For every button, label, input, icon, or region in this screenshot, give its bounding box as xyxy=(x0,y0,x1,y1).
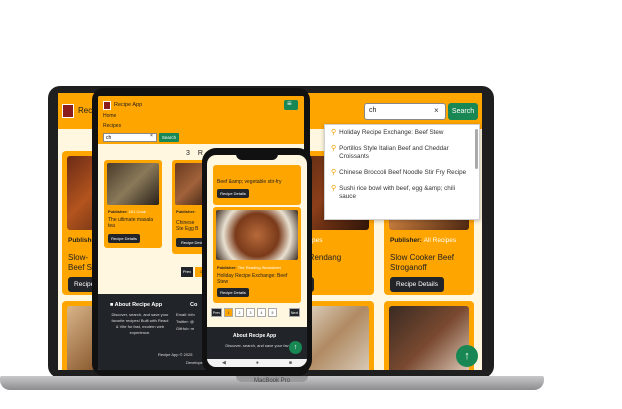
footer-contact-title: Co xyxy=(190,302,198,308)
search-input[interactable]: ch xyxy=(103,133,157,142)
recipe-title-line2: Ste Egg B xyxy=(176,226,199,232)
search-icon: ⚲ xyxy=(331,129,337,136)
suggestion-item[interactable]: ⚲ Chinese Broccoli Beef Noodle Stir Fry … xyxy=(325,165,479,181)
menu-toggle-button[interactable] xyxy=(284,99,298,110)
search-button[interactable]: Search xyxy=(448,103,478,120)
recipe-logo-icon[interactable] xyxy=(103,101,111,110)
search-suggestions-dropdown: ⚲ Holiday Recipe Exchange: Beef Stew ⚲ P… xyxy=(324,124,480,220)
clear-search-icon[interactable]: × xyxy=(150,133,153,139)
recipe-title-line2: Beef S xyxy=(68,263,93,272)
pagination-page[interactable]: 5 xyxy=(268,308,277,317)
laptop-model-label: MacBook Pro xyxy=(253,378,290,384)
clear-search-icon[interactable]: × xyxy=(434,106,439,115)
recipe-title: Slow- xyxy=(68,253,89,262)
recipe-image[interactable] xyxy=(216,210,298,260)
recipe-details-button[interactable]: Recipe Details xyxy=(390,277,444,292)
search-icon: ⚲ xyxy=(331,169,337,176)
android-nav-bar: ◀ ● ■ xyxy=(207,359,307,367)
recipe-details-button[interactable]: Recipe Details xyxy=(217,288,249,297)
pagination-prev[interactable]: Prev xyxy=(181,267,193,277)
recipe-title: Holiday Recipe Exchange: Beef Stew xyxy=(217,273,288,285)
navbar-brand[interactable]: Recipe App xyxy=(114,102,142,108)
pagination-page[interactable]: 3 xyxy=(246,308,255,317)
footer-about-title: About Recipe App xyxy=(233,333,277,339)
scroll-to-top-button[interactable]: ↑ xyxy=(289,341,302,354)
recipe-publisher: Publisher: 101 Cook xyxy=(108,209,146,214)
recipe-title-line2: tea xyxy=(108,223,115,229)
pagination-page[interactable]: 2 xyxy=(235,308,244,317)
footer-about-title: ■ About Recipe App xyxy=(110,302,163,308)
scroll-to-top-button[interactable]: ↑ xyxy=(456,345,478,367)
recipe-title: Beef &amp; vegetable stir-fry xyxy=(217,179,282,185)
recipe-image[interactable] xyxy=(107,163,159,205)
phone-notch xyxy=(236,152,278,160)
pagination-prev[interactable]: Prev xyxy=(211,308,222,317)
recipe-publisher: Publisher: The Reading Worksheet xyxy=(217,265,281,270)
suggestion-item[interactable]: ⚲ Sushi rice bowl with beef, egg &amp; c… xyxy=(325,181,479,205)
recipe-title: Slow Cooker Beef xyxy=(390,253,455,262)
recipe-details-button[interactable]: Recipe Details xyxy=(217,189,249,198)
recents-icon[interactable]: ■ xyxy=(289,359,292,367)
footer-copyright: Recipe App © 2025 xyxy=(158,352,193,357)
suggestions-scrollbar[interactable] xyxy=(475,129,478,169)
navbar-brand[interactable]: Rec xyxy=(78,106,92,115)
search-icon: ⚲ xyxy=(331,145,337,152)
recipe-details-button[interactable]: Recipe Details xyxy=(108,234,140,243)
suggestion-item[interactable]: ⚲ Portillos Style Italian Beef and Chedd… xyxy=(325,141,479,165)
recipe-card: Beef &amp; vegetable stir-fry Recipe Det… xyxy=(213,165,301,205)
tablet-navbar: Recipe App Home Recipes ch × Search xyxy=(98,96,304,144)
footer-about-text: Discover, search, and save your favorite… xyxy=(111,312,169,335)
home-icon[interactable]: ● xyxy=(256,359,259,367)
recipe-publisher: Publisher: All Recipes xyxy=(390,237,457,244)
recipe-logo-icon: ■ xyxy=(110,302,114,308)
pagination-page[interactable]: 1 xyxy=(224,308,233,317)
nav-link-recipes[interactable]: Recipes xyxy=(103,123,121,129)
recipe-logo-icon[interactable] xyxy=(62,104,74,118)
recipe-card: Publisher: The Reading Worksheet Holiday… xyxy=(213,207,301,303)
search-icon: ⚲ xyxy=(331,185,337,192)
nav-link-home[interactable]: Home xyxy=(103,113,116,119)
suggestion-item[interactable]: ⚲ Holiday Recipe Exchange: Beef Stew xyxy=(325,125,479,141)
recipe-title-line2: Stroganoff xyxy=(390,263,427,272)
search-button[interactable]: Search xyxy=(159,133,179,142)
pagination-page[interactable]: 4 xyxy=(257,308,266,317)
phone-screen: Beef &amp; vegetable stir-fry Recipe Det… xyxy=(207,155,307,367)
pagination-next[interactable]: Next xyxy=(289,308,300,317)
recipe-publisher: Publisher: xyxy=(176,209,196,214)
recipe-card: Publisher: 101 Cook The ultimate masala … xyxy=(104,160,162,248)
back-icon[interactable]: ◀ xyxy=(222,359,226,367)
